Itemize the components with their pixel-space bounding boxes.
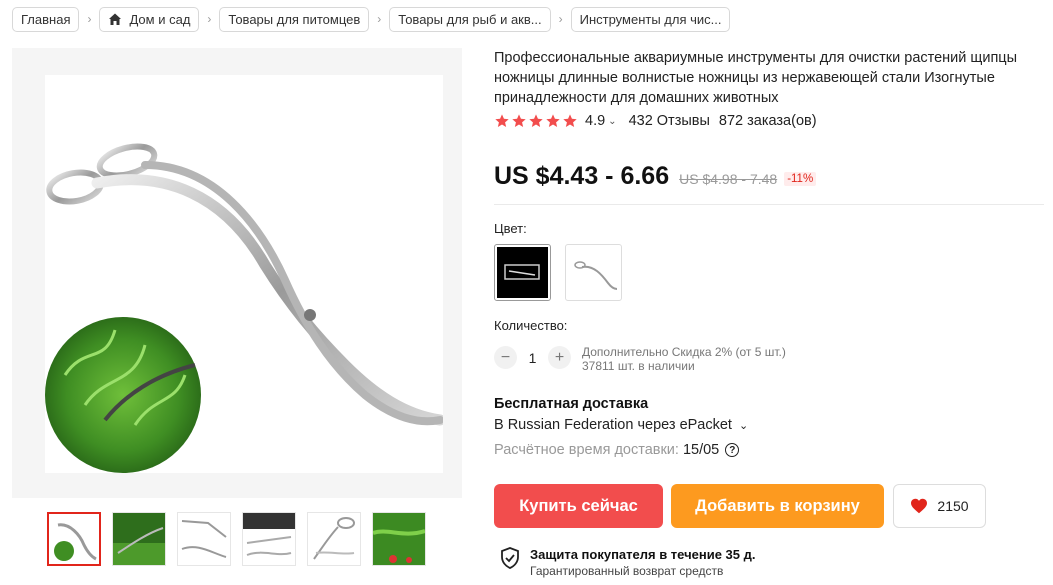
heart-icon [911,498,928,514]
home-icon [108,12,122,26]
breadcrumb-label: Дом и сад [129,11,191,27]
delivery-estimate-label: Расчётное время доставки: [494,442,679,458]
rating-stars [494,113,578,129]
shipping-route: В Russian Federation через ePacket [494,417,732,433]
quantity-input[interactable]: 1 [517,350,548,366]
shipping-title: Бесплатная доставка [494,396,649,412]
buyer-protection: Защита покупателя в течение 35 д. Гарант… [500,547,755,579]
thumbnail-1[interactable] [47,512,101,566]
shipping-method-selector[interactable]: В Russian Federation через ePacket ⌄ [494,417,748,433]
thumbnail-5[interactable] [307,512,361,566]
color-label: Цвет: [494,221,527,236]
rating-value[interactable]: 4.9 [585,113,605,129]
star-icon [563,114,577,127]
delivery-estimate: Расчётное время доставки: 15/05 ? [494,442,740,458]
add-to-cart-button[interactable]: Добавить в корзину [671,484,884,528]
protection-subtitle: Гарантированный возврат средств [530,564,724,578]
discount-badge: -11% [784,172,817,186]
price-row: US $4.43 - 6.66 US $4.98 - 7.48 -11% [494,162,817,191]
product-title: Профессиональные аквариумные инструменты… [494,50,1018,106]
old-price: US $4.98 - 7.48 [679,171,778,187]
thumbnail-2[interactable] [112,512,166,566]
thumbnail-6[interactable] [372,512,426,566]
rating-row: 4.9 ⌄ 432 Отзывы 872 заказа(ов) [494,111,817,131]
delivery-estimate-value: 15/05 [682,442,720,458]
stock-count: 37811 шт. в наличии [582,359,695,373]
bulk-discount-note: Дополнительно Скидка 2% (от 5 шт.) [582,345,786,359]
color-option-black-package[interactable] [494,244,551,301]
chevron-right-icon: › [207,12,212,26]
chevron-right-icon: › [558,12,563,26]
orders-count: 872 заказа(ов) [718,113,817,129]
chevron-down-icon[interactable]: ⌄ [608,116,616,127]
breadcrumb-item-pets[interactable]: Товары для питомцев [219,6,370,32]
breadcrumb-label: Инструменты для чис... [579,11,722,27]
breadcrumb-item-fish[interactable]: Товары для рыб и акв... [389,6,551,32]
shield-check-icon [501,547,519,569]
color-option-silver-scissors[interactable] [565,244,622,301]
breadcrumb: Главная › Дом и сад › Товары для питомце… [12,6,731,32]
breadcrumb-item-home-garden[interactable]: Дом и сад [99,6,200,32]
help-icon[interactable]: ? [725,443,740,457]
chevron-right-icon: › [377,12,382,26]
quantity-decrement-button[interactable]: − [494,346,517,369]
product-image-viewer[interactable] [12,48,462,498]
star-icon [546,114,560,127]
star-icon [529,114,543,127]
breadcrumb-label: Товары для питомцев [228,11,361,27]
divider [494,204,1044,205]
protection-title: Защита покупателя в течение 35 д. [530,547,756,562]
wishlist-count: 2150 [937,498,969,514]
thumbnail-4[interactable] [242,512,296,566]
breadcrumb-item-home[interactable]: Главная [12,6,80,32]
current-price: US $4.43 - 6.66 [494,162,670,190]
star-icon [495,114,509,127]
breadcrumb-label: Товары для рыб и акв... [398,11,542,27]
thumbnail-strip [47,512,426,566]
thumbnail-3[interactable] [177,512,231,566]
chevron-right-icon: › [87,12,92,26]
product-main-image [45,75,446,473]
quantity-label: Количество: [494,318,568,333]
reviews-link[interactable]: 432 Отзывы [629,113,710,129]
wishlist-button[interactable]: 2150 [893,484,986,528]
quantity-stepper: − 1 + [494,346,571,369]
breadcrumb-label: Главная [21,11,71,27]
buy-now-button[interactable]: Купить сейчас [494,484,663,528]
stock-info: Дополнительно Скидка 2% (от 5 шт.) 37811… [582,345,786,373]
quantity-increment-button[interactable]: + [548,346,571,369]
chevron-down-icon: ⌄ [739,420,749,432]
breadcrumb-item-cleaning-tools[interactable]: Инструменты для чис... [570,6,731,32]
star-icon [512,114,526,127]
